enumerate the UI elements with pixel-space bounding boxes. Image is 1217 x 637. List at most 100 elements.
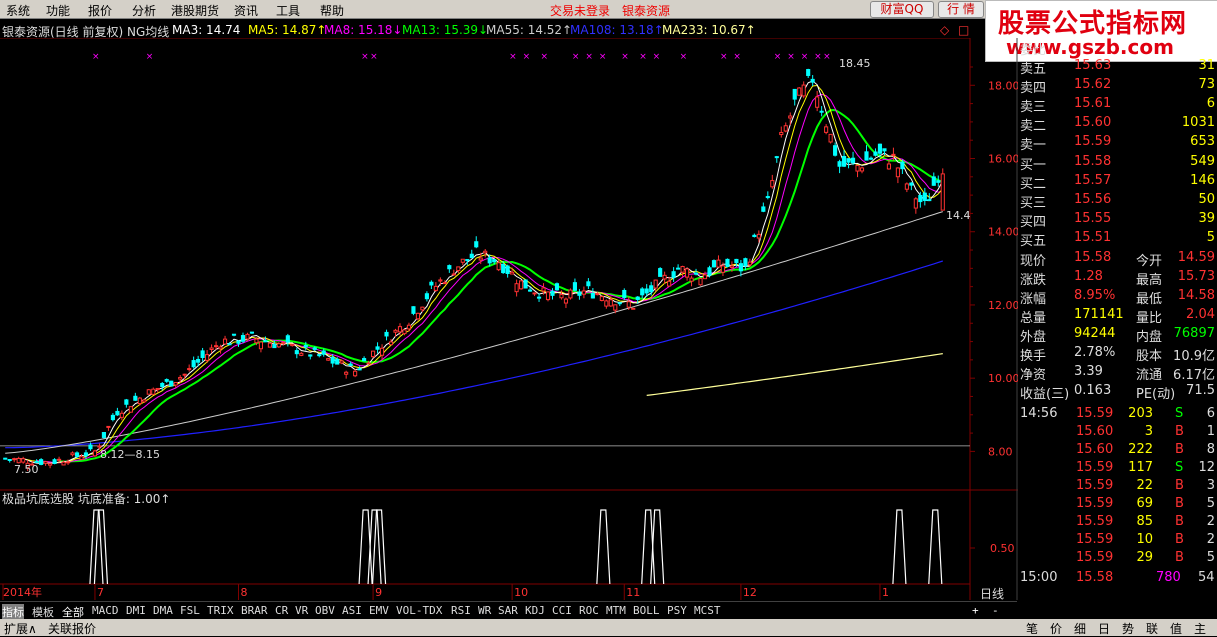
tab-mcst[interactable]: MCST — [694, 604, 721, 617]
menu-hk-futures[interactable]: 港股期货 — [171, 2, 219, 19]
tab-mtm[interactable]: MTM — [606, 604, 626, 617]
related-quote-button[interactable]: 关联报价 — [48, 620, 96, 637]
tab-dmi[interactable]: DMI — [126, 604, 146, 617]
candle-body — [438, 279, 443, 282]
candle-body — [528, 289, 533, 292]
stat-row: 收益(三) 0.163 PE(动) 71.5 — [1018, 382, 1217, 402]
sell-volume: 31 — [1198, 58, 1215, 73]
tick-row: 15.59 22 B 3 — [1018, 477, 1217, 495]
candle-body — [743, 258, 748, 267]
tab-指标[interactable]: 指标 — [2, 604, 24, 620]
tab-emv[interactable]: EMV — [369, 604, 389, 617]
tab-wr[interactable]: WR — [478, 604, 491, 617]
buy-volume: 5 — [1206, 230, 1215, 245]
candle-body — [837, 161, 842, 167]
tab-asi[interactable]: ASI — [342, 604, 362, 617]
right-tab-主[interactable]: 主 — [1194, 620, 1206, 637]
tab-trix[interactable]: TRIX — [207, 604, 234, 617]
hangqing-button[interactable]: 行 情 — [938, 1, 984, 18]
x-tick-label: 9 — [375, 586, 382, 599]
candle-body — [936, 180, 941, 183]
login-status[interactable]: 交易未登录 — [550, 2, 610, 19]
indicator-axis-label: 0.50 — [990, 542, 1015, 555]
buy-label: 买五 — [1020, 234, 1047, 249]
candle-body — [635, 296, 640, 300]
tab-sar[interactable]: SAR — [498, 604, 518, 617]
menu-system[interactable]: 系统 — [6, 2, 30, 19]
candle-body — [501, 264, 506, 274]
signal-mark: × — [146, 52, 154, 62]
tab-模板[interactable]: 模板 — [32, 604, 54, 620]
candle-body — [828, 133, 833, 143]
candle-body — [7, 459, 12, 462]
menu-function[interactable]: 功能 — [46, 2, 70, 19]
tick-count: 3 — [1206, 478, 1215, 493]
sell-label: 卖二 — [1020, 119, 1047, 134]
menu-analysis[interactable]: 分析 — [132, 2, 156, 19]
menu-quote[interactable]: 报价 — [88, 2, 112, 19]
candle-body — [680, 265, 685, 273]
candle-body — [729, 265, 734, 268]
tab-macd[interactable]: MACD — [92, 604, 119, 617]
period-label[interactable]: 日线 — [980, 585, 1004, 602]
tab-roc[interactable]: ROC — [579, 604, 599, 617]
caifu-qq-button[interactable]: 财富QQ — [870, 1, 934, 18]
tab-全部[interactable]: 全部 — [62, 604, 84, 620]
diamond-icon[interactable]: ◇ — [940, 23, 949, 37]
x-tick-label: 7 — [97, 586, 104, 599]
ratio-label: 委比 — [1020, 43, 1047, 58]
close-panel-icon[interactable]: □ — [958, 23, 969, 37]
stat-row: 总量 171141 量比 2.04 — [1018, 306, 1217, 326]
right-tab-笔[interactable]: 笔 — [1026, 620, 1038, 637]
stat-label: 净资 — [1020, 368, 1047, 383]
high-label: 18.45 — [839, 57, 871, 70]
tab-brar[interactable]: BRAR — [241, 604, 268, 617]
tab-cci[interactable]: CCI — [552, 604, 572, 617]
right-tab-细[interactable]: 细 — [1074, 620, 1086, 637]
right-tab-值[interactable]: 值 — [1170, 620, 1182, 637]
tick-price: 15.59 — [1076, 514, 1114, 529]
ma8-line — [36, 93, 943, 464]
stat-value-2: 10.9亿 — [1173, 349, 1215, 364]
candle-body — [326, 358, 331, 361]
right-tab-势[interactable]: 势 — [1122, 620, 1134, 637]
right-tab-联[interactable]: 联 — [1146, 620, 1158, 637]
tab-psy[interactable]: PSY — [667, 604, 687, 617]
menu-tools[interactable]: 工具 — [276, 2, 300, 19]
buy-volume: 146 — [1190, 173, 1215, 188]
tab-boll[interactable]: BOLL — [633, 604, 660, 617]
tab-rsi[interactable]: RSI — [451, 604, 471, 617]
expand-button[interactable]: 扩展∧ — [4, 620, 37, 637]
candle-body — [227, 343, 232, 346]
tab-fsl[interactable]: FSL — [180, 604, 200, 617]
zoom-out-button[interactable]: - — [992, 604, 999, 617]
menu-news[interactable]: 资讯 — [234, 2, 258, 19]
tab-dma[interactable]: DMA — [153, 604, 173, 617]
tab-cr[interactable]: CR — [275, 604, 288, 617]
tick-count: 2 — [1206, 514, 1215, 529]
y-tick-label: 8.00 — [988, 445, 1013, 458]
stat-value-2: 14.58 — [1177, 288, 1215, 303]
candle-body — [79, 456, 84, 460]
tab-vr[interactable]: VR — [295, 604, 308, 617]
right-tab-价[interactable]: 价 — [1050, 620, 1062, 637]
zoom-in-button[interactable]: + — [972, 604, 979, 617]
indicator-signal — [892, 509, 907, 585]
candle-body — [478, 257, 483, 261]
candle-body — [236, 340, 241, 344]
candle-body — [608, 299, 613, 307]
stat-label: 涨跌 — [1020, 273, 1047, 288]
signal-mark: × — [509, 52, 517, 62]
tab-obv[interactable]: OBV — [315, 604, 335, 617]
y-tick-label: 16.00 — [988, 153, 1018, 166]
tab-vol-tdx[interactable]: VOL-TDX — [396, 604, 442, 617]
quote-panel: 委比 卖五 15.63 31 卖四 15.62 73 卖三 15.61 6 卖二 15.60 1031 卖… — [1018, 38, 1217, 598]
candle-body — [698, 278, 703, 286]
candle-body — [317, 354, 322, 357]
buy-row: 买一 15.58 549 — [1018, 153, 1217, 173]
candle-body — [842, 156, 847, 167]
tab-kdj[interactable]: KDJ — [525, 604, 545, 617]
x-tick-label: 11 — [626, 586, 640, 599]
right-tab-日[interactable]: 日 — [1098, 620, 1110, 637]
menu-help[interactable]: 帮助 — [320, 2, 344, 19]
